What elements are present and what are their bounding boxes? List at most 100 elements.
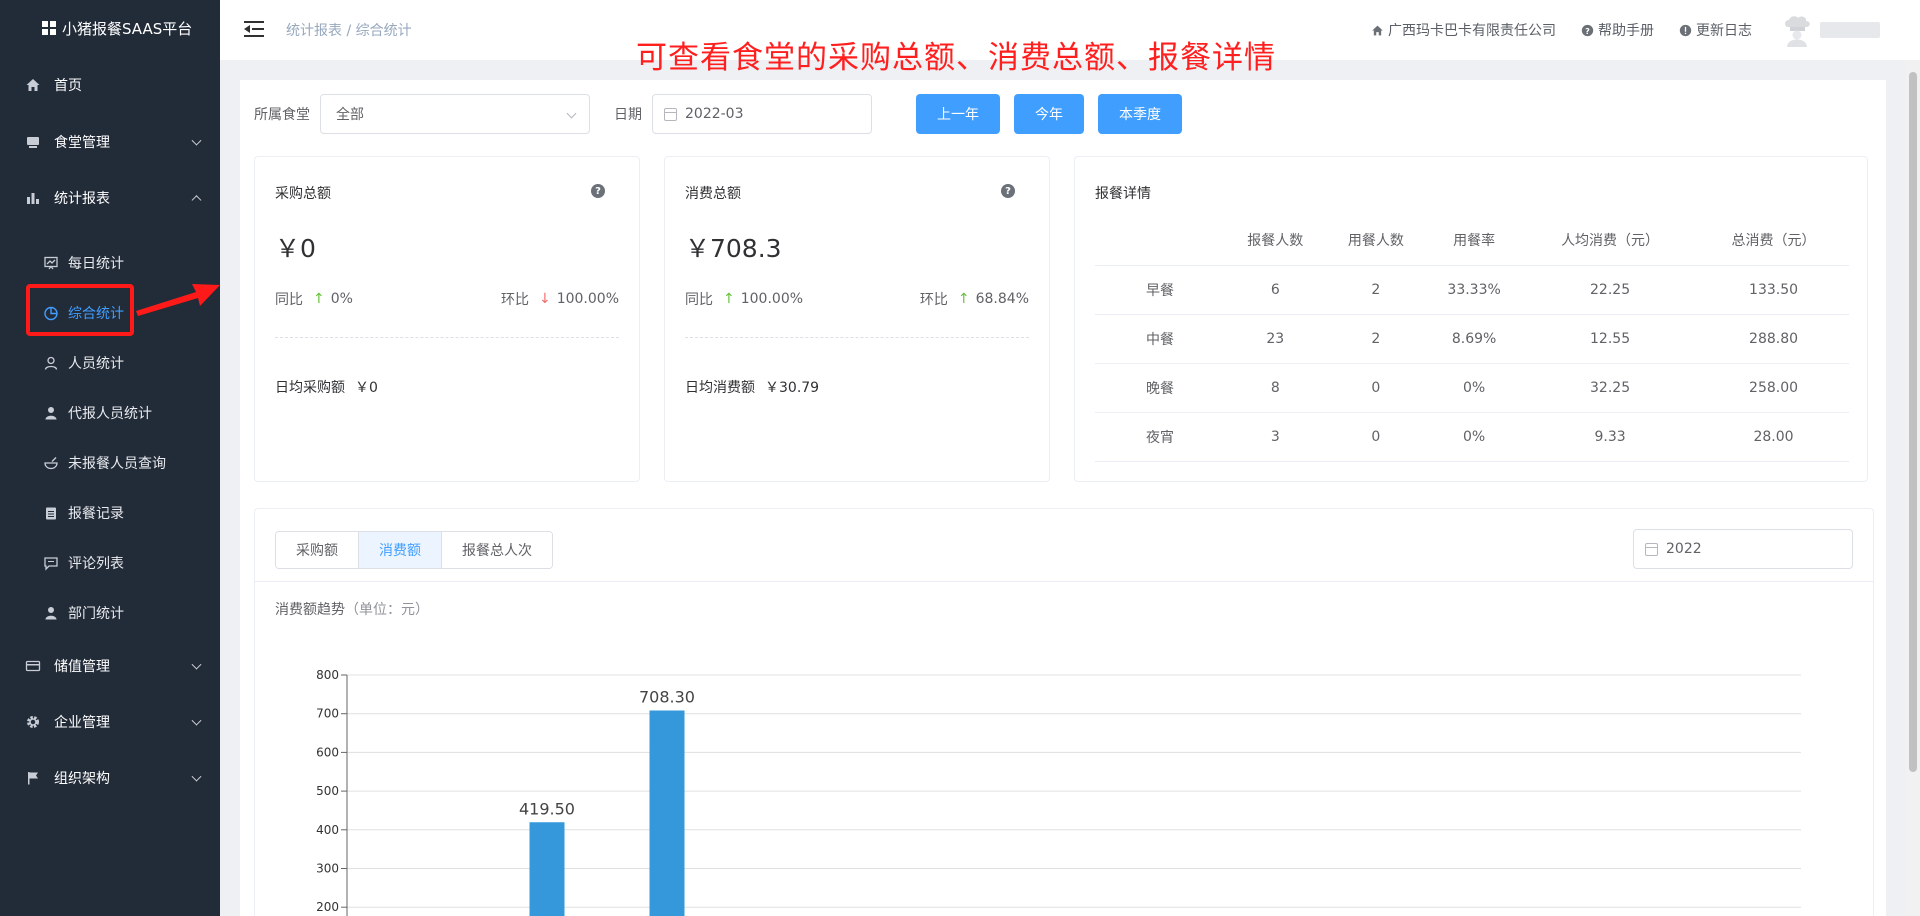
sidebar-subitem-label: 报餐记录	[68, 506, 124, 522]
sidebar-subitem-records[interactable]: 报餐记录	[0, 488, 220, 538]
annotation-arrow-icon	[136, 284, 220, 316]
breadcrumb: 统计报表 / 综合统计	[286, 23, 412, 39]
daily-label: 日均消费额	[685, 380, 755, 396]
daily-label: 日均采购额	[275, 380, 345, 396]
month-value: 2022-03	[685, 106, 744, 122]
chef-avatar-icon	[1785, 16, 1810, 47]
y-tick-label: 800	[316, 668, 339, 682]
divider	[685, 337, 1029, 338]
sidebar-item-label: 企业管理	[54, 715, 110, 731]
sidebar-item-enterprise[interactable]: 企业管理	[0, 694, 220, 750]
bar	[529, 822, 565, 916]
table-cell: 8.69%	[1426, 314, 1523, 364]
consume-title: 消费总额	[685, 186, 741, 202]
purchase-daily: 日均采购额 ￥0	[275, 377, 378, 397]
meal-detail-title: 报餐详情	[1095, 186, 1151, 202]
chevron-down-icon	[191, 659, 202, 670]
column-header: 用餐率	[1426, 215, 1523, 266]
meal-detail-table: 报餐人数 用餐人数 用餐率 人均消费（元） 总消费（元） 早餐 6 2 33.3…	[1095, 215, 1849, 462]
sidebar-subitem-proxy[interactable]: 代报人员统计	[0, 388, 220, 438]
meal-detail-card: 报餐详情 报餐人数 用餐人数 用餐率 人均消费（元） 总消费（元） 早餐 6 2…	[1074, 156, 1868, 482]
consume-total-value: ￥708.3	[685, 234, 782, 263]
calendar-icon	[664, 108, 677, 121]
chevron-down-icon	[191, 771, 202, 782]
chevron-down-icon	[191, 135, 202, 146]
table-cell: 0	[1325, 412, 1427, 462]
card-icon	[24, 657, 42, 675]
header-right: 广西玛卡巴卡有限责任公司 ? 帮助手册 更新日志	[1346, 0, 1880, 60]
sidebar-subitem-department[interactable]: 部门统计	[0, 588, 220, 638]
chevron-down-icon	[191, 715, 202, 726]
y-tick-label: 400	[316, 823, 339, 837]
help-link[interactable]: ? 帮助手册	[1580, 20, 1654, 40]
table-cell: 夜宵	[1095, 412, 1225, 462]
table-cell: 28.00	[1698, 412, 1849, 462]
company-switch[interactable]: 广西玛卡巴卡有限责任公司	[1370, 20, 1556, 40]
yoy-value: 0%	[330, 291, 353, 307]
page-scrollbar[interactable]	[1906, 60, 1920, 916]
column-header: 用餐人数	[1325, 215, 1427, 266]
sidebar-item-label: 统计报表	[54, 191, 110, 207]
this-quarter-button[interactable]: 本季度	[1098, 94, 1182, 134]
this-year-button[interactable]: 今年	[1014, 94, 1084, 134]
month-picker[interactable]: 2022-03	[652, 94, 872, 134]
table-cell: 0	[1325, 363, 1427, 413]
last-year-button[interactable]: 上一年	[916, 94, 1000, 134]
sidebar-subitem-label: 部门统计	[68, 606, 124, 622]
daily-chart-icon	[42, 254, 60, 272]
y-tick-label: 300	[316, 862, 339, 876]
trend-chart-card: 采购额 消费额 报餐总人次 2022 消费额趋势（单位：元） 200 300 400…	[254, 508, 1874, 916]
table-cell: 3	[1225, 412, 1326, 462]
sidebar-item-canteen[interactable]: 食堂管理	[0, 114, 220, 170]
info-icon	[1678, 23, 1692, 37]
purchase-total-value: ￥0	[275, 234, 316, 263]
canteen-icon	[24, 133, 42, 151]
table-cell: 6	[1225, 265, 1326, 315]
chevron-down-icon	[566, 108, 577, 119]
mom-label: 环比	[919, 292, 948, 308]
user-filled-icon	[42, 404, 60, 422]
table-cell: 9.33	[1522, 412, 1699, 462]
sidebar-item-reports[interactable]: 统计报表	[0, 170, 220, 226]
logo-icon	[42, 21, 56, 35]
arrow-up-icon: ↑	[313, 291, 325, 307]
bar-chart-icon	[24, 189, 42, 207]
y-tick-label: 200	[316, 900, 339, 914]
avatar[interactable]	[1780, 13, 1814, 47]
canteen-select[interactable]: 全部	[320, 94, 590, 134]
changelog-link[interactable]: 更新日志	[1678, 20, 1752, 40]
canteen-label: 所属食堂	[254, 107, 310, 123]
table-cell: 23	[1225, 314, 1326, 364]
sidebar-subitem-comments[interactable]: 评论列表	[0, 538, 220, 588]
app-logo[interactable]: 小猪报餐SAAS平台	[0, 0, 220, 56]
sidebar-item-label: 首页	[54, 78, 82, 94]
sidebar-item-label: 食堂管理	[54, 135, 110, 151]
sidebar: 小猪报餐SAAS平台 首页 食堂管理 统计报表 每日统计 综合统计 人员统计 代…	[0, 0, 220, 916]
user-filled-icon	[42, 604, 60, 622]
consume-mom: 环比 ↑ 68.84%	[920, 289, 1029, 309]
column-header: 报餐人数	[1225, 215, 1326, 266]
consumption-bar-chart: 200 300 400 500 600 700 800 419.50 708.30	[316, 668, 1801, 916]
scrollbar-thumb[interactable]	[1909, 72, 1917, 772]
sidebar-subitem-label: 代报人员统计	[68, 406, 152, 422]
sidebar-item-home[interactable]: 首页	[0, 56, 220, 114]
sidebar-item-org[interactable]: 组织架构	[0, 750, 220, 806]
sidebar-subitem-unreported[interactable]: 未报餐人员查询	[0, 438, 220, 488]
arrow-up-icon: ↑	[723, 291, 735, 307]
consume-yoy: 同比 ↑ 100.00%	[685, 289, 803, 309]
sidebar-subitem-staff[interactable]: 人员统计	[0, 338, 220, 388]
question-icon[interactable]: ?	[1001, 184, 1015, 198]
table-cell: 12.55	[1522, 314, 1699, 364]
purchase-total-card: 采购总额 ? ￥0 同比 ↑ 0% 环比 ↓ 100.00% 日均采购额 ￥0	[254, 156, 640, 482]
table-cell: 288.80	[1698, 314, 1849, 364]
username-placeholder[interactable]	[1820, 22, 1880, 38]
sidebar-item-label: 储值管理	[54, 659, 110, 675]
menu-toggle-icon[interactable]	[244, 21, 264, 37]
chevron-up-icon	[191, 195, 202, 206]
consumption-total-card: 消费总额 ? ￥708.3 同比 ↑ 100.00% 环比 ↑ 68.84% 日…	[664, 156, 1050, 482]
table-cell: 33.33%	[1426, 265, 1523, 315]
arrow-up-icon: ↑	[957, 291, 970, 307]
yoy-label: 同比	[275, 292, 303, 308]
sidebar-item-stored-value[interactable]: 储值管理	[0, 638, 220, 694]
question-icon[interactable]: ?	[591, 184, 605, 198]
